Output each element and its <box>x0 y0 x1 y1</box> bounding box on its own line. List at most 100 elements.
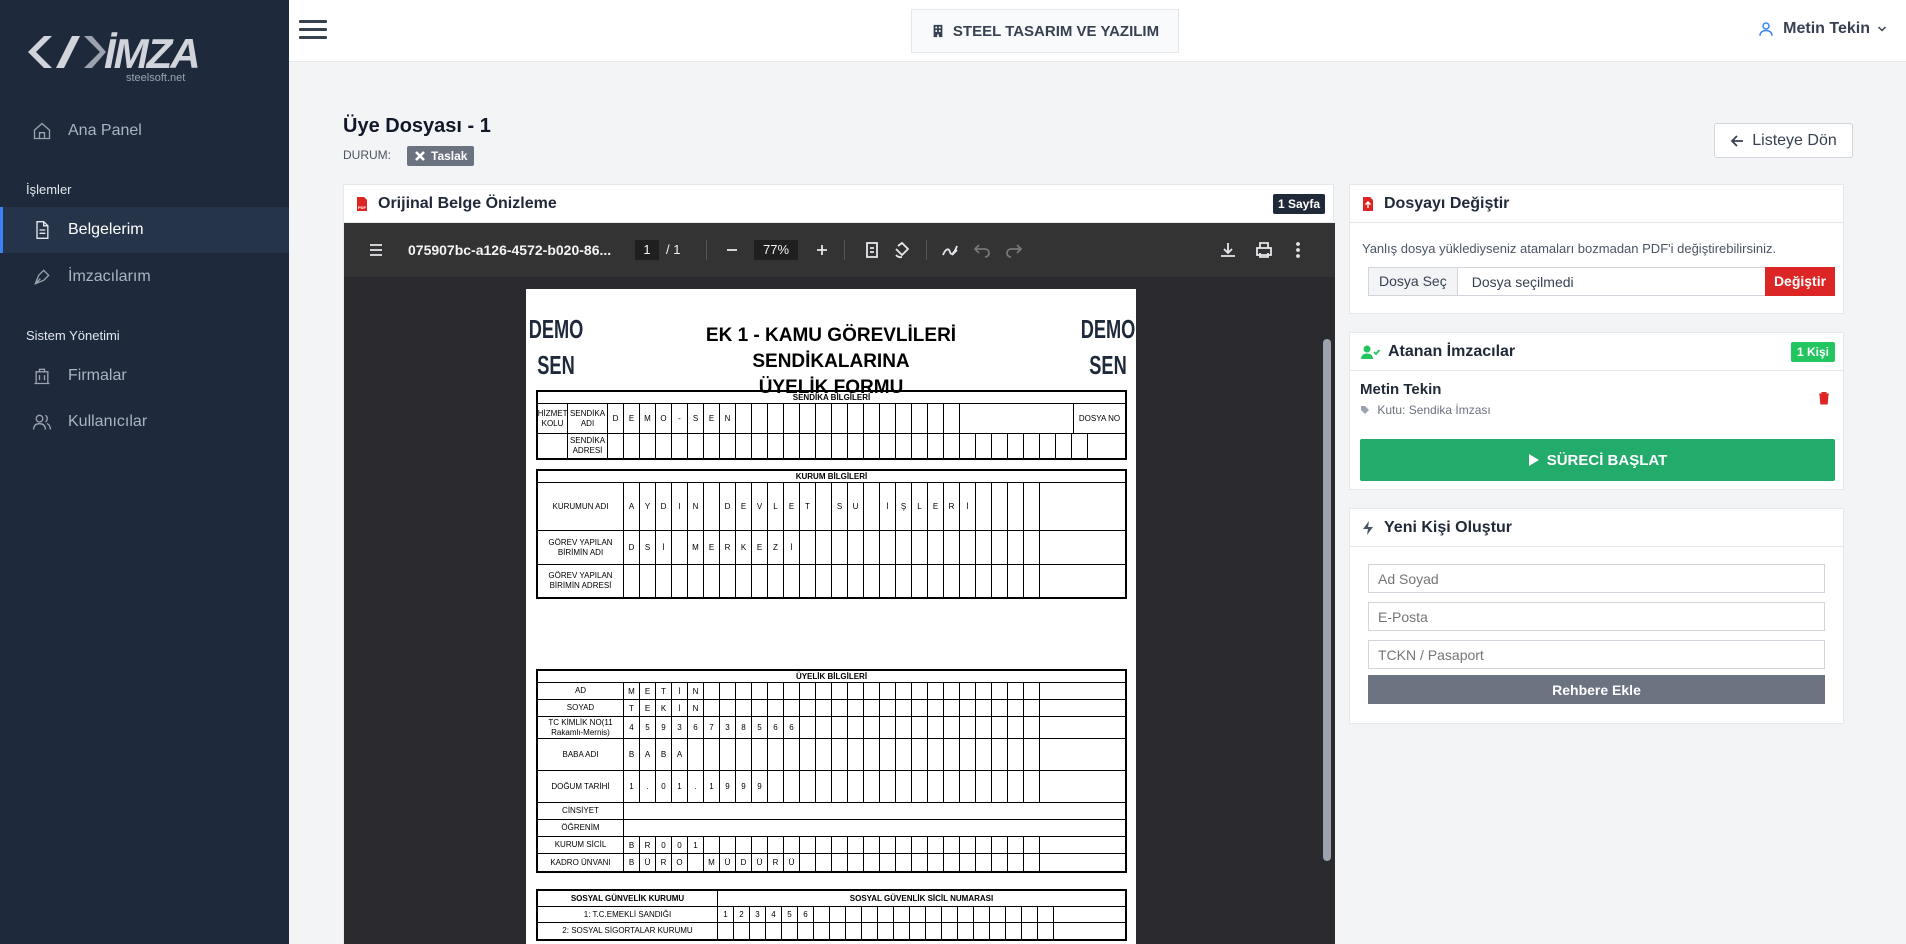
union-info-section: SENDİKA BİLGİLERİ HİZMET KOLU SENDİKA AD… <box>536 390 1127 460</box>
form-cell <box>910 923 926 939</box>
sidebar-toggle-icon[interactable] <box>366 240 386 260</box>
trash-icon[interactable] <box>1817 391 1831 405</box>
logo-subtitle: steelsoft.net <box>126 72 186 84</box>
form-cell <box>720 434 736 458</box>
form-cell: E <box>704 404 720 433</box>
form-cell <box>928 700 944 716</box>
sidebar-item-dashboard[interactable]: Ana Panel <box>0 108 289 154</box>
change-file-card: Dosyayı Değiştir Yanlış dosya yüklediyse… <box>1349 184 1844 314</box>
unit-address-cells <box>624 565 1125 597</box>
form-cell <box>768 837 784 853</box>
form-cell <box>800 404 816 433</box>
form-cell: A <box>640 739 656 770</box>
page-number-input[interactable]: 1 <box>635 240 659 260</box>
form-cell <box>1022 923 1038 939</box>
form-cell <box>1024 683 1040 699</box>
logo[interactable]: İMZA steelsoft.net <box>26 26 206 86</box>
menu-toggle-icon[interactable] <box>299 20 327 42</box>
form-cell <box>640 434 656 458</box>
section-header: SENDİKA BİLGİLERİ <box>538 392 1125 404</box>
form-cell <box>878 923 894 939</box>
rotate-icon[interactable] <box>892 240 912 260</box>
form-cell <box>992 717 1008 738</box>
file-input[interactable]: Dosya Seç Dosya seçilmedi Değiştir <box>1368 267 1835 296</box>
form-cell <box>832 434 848 458</box>
add-to-contacts-button[interactable]: Rehbere Ekle <box>1368 675 1825 704</box>
email-input[interactable] <box>1368 602 1825 631</box>
form-cell <box>784 700 800 716</box>
undo-icon[interactable] <box>972 240 992 260</box>
form-cell <box>896 565 912 597</box>
form-cell <box>960 771 976 802</box>
form-cell <box>928 434 944 458</box>
user-name: Metin Tekin <box>1783 20 1870 37</box>
back-to-list-button[interactable]: Listeye Dön <box>1714 123 1853 158</box>
form-cell: D <box>656 483 672 530</box>
company-selector[interactable]: STEEL TASARIM VE YAZILIM <box>911 9 1179 53</box>
more-vertical-icon[interactable] <box>1288 240 1308 260</box>
preview-card-header: PDF Orijinal Belge Önizleme 1 Sayfa <box>344 185 1333 223</box>
form-cell <box>1008 739 1024 770</box>
viewer-scrollbar[interactable] <box>1323 339 1331 861</box>
form-cell <box>896 717 912 738</box>
form-cell <box>944 434 960 458</box>
sidebar-item-documents[interactable]: Belgelerim <box>0 207 289 253</box>
signer-box-label: Kutu: Sendika İmzası <box>1377 403 1491 417</box>
change-file-button[interactable]: Değiştir <box>1765 267 1835 296</box>
form-cell: 6 <box>784 717 800 738</box>
form-cell <box>1008 565 1024 597</box>
form-cell <box>1008 771 1024 802</box>
form-cell <box>912 434 928 458</box>
form-cell: İ <box>672 700 688 716</box>
sidebar-item-signers[interactable]: İmzacılarım <box>0 254 289 300</box>
form-cell <box>784 739 800 770</box>
form-cell <box>896 434 912 458</box>
topbar: STEEL TASARIM VE YAZILIM Metin Tekin <box>289 0 1906 62</box>
form-cell <box>832 700 848 716</box>
form-cell <box>704 434 720 458</box>
choose-file-button[interactable]: Dosya Seç <box>1369 268 1458 295</box>
form-cell <box>832 531 848 564</box>
form-cell: I <box>672 483 688 530</box>
pdf-canvas[interactable]: DEMO SEN DEMO SEN EK 1 - KAMU GÖREVLİLER… <box>344 277 1335 944</box>
form-cell: T <box>656 683 672 699</box>
form-cell <box>704 837 720 853</box>
form-cell <box>1006 907 1022 922</box>
form-cell: E <box>736 483 752 530</box>
form-cell <box>864 404 880 433</box>
full-name-input[interactable] <box>1368 564 1825 593</box>
preview-card: PDF Orijinal Belge Önizleme 1 Sayfa 0759… <box>343 184 1335 944</box>
form-cell: 1 <box>718 907 734 922</box>
membership-info-section: ÜYELİK BİLGİLERİ AD M E T İ N SOYAD T E K İ N TC K… <box>536 669 1127 873</box>
form-cell <box>912 739 928 770</box>
form-cell <box>1024 483 1040 530</box>
zoom-level[interactable]: 77% <box>754 240 798 260</box>
fit-page-icon[interactable] <box>862 240 882 260</box>
form-cell <box>926 907 942 922</box>
sidebar-item-users[interactable]: Kullanıcılar <box>0 399 289 445</box>
form-cell <box>848 404 864 433</box>
form-cell <box>880 683 896 699</box>
form-cell <box>928 531 944 564</box>
zoom-in-icon[interactable] <box>812 240 832 260</box>
form-cell <box>750 923 766 939</box>
zoom-out-icon[interactable] <box>722 240 742 260</box>
form-cell <box>816 771 832 802</box>
draw-icon[interactable] <box>940 240 960 260</box>
tckn-input[interactable] <box>1368 640 1825 669</box>
form-cell: Ü <box>752 854 768 871</box>
download-icon[interactable] <box>1218 240 1238 260</box>
form-cell: D <box>720 483 736 530</box>
print-icon[interactable] <box>1254 240 1274 260</box>
field-label: SOSYAL GÜNVELİK KURUMU <box>538 891 718 906</box>
field-label: 2: SOSYAL SİGORTALAR KURUMU <box>538 923 718 939</box>
redo-icon[interactable] <box>1004 240 1024 260</box>
signers-title: Atanan İmzacılar <box>1388 342 1516 360</box>
field-label <box>538 434 568 458</box>
field-label: BABA ADI <box>538 739 624 770</box>
form-cell: İ <box>672 683 688 699</box>
sidebar-item-companies[interactable]: Firmalar <box>0 353 289 399</box>
form-row: SOYAD T E K İ N <box>538 700 1125 717</box>
user-menu[interactable]: Metin Tekin <box>1757 20 1888 38</box>
start-process-button[interactable]: SÜRECİ BAŞLAT <box>1360 439 1835 481</box>
